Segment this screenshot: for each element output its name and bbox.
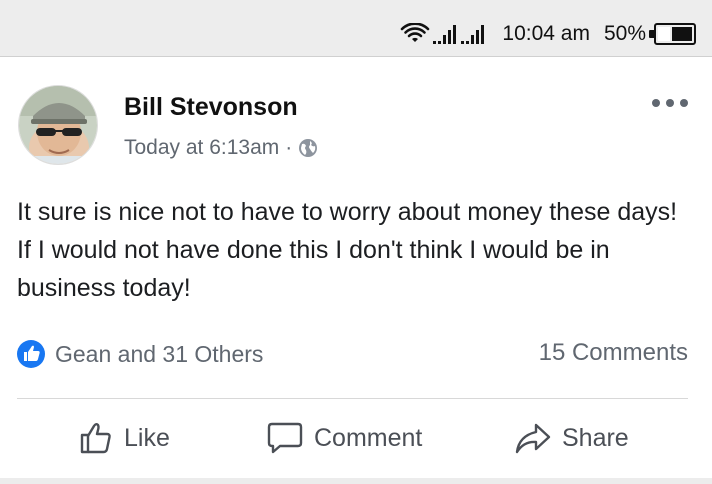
share-label: Share	[562, 423, 629, 452]
status-bar: 10:04 am 50%	[0, 0, 712, 57]
action-bar: Like Comment Share	[0, 413, 712, 463]
status-time: 10:04 am	[502, 22, 590, 45]
thumbs-up-icon	[80, 423, 111, 454]
globe-icon	[299, 139, 318, 157]
battery-percent: 50%	[603, 22, 646, 45]
post-meta: Today at 6:13am ·	[124, 136, 318, 160]
reactions-summary[interactable]: Gean and 31 Others	[16, 339, 263, 369]
comment-label: Comment	[314, 423, 423, 452]
share-button[interactable]: Share	[514, 413, 629, 463]
comment-button[interactable]: Comment	[266, 413, 422, 463]
like-label: Like	[124, 423, 170, 452]
post-body: It sure is nice not to have to worry abo…	[17, 198, 678, 302]
comments-count[interactable]: 15 Comments	[539, 339, 688, 367]
post-timestamp[interactable]: Today at 6:13am	[124, 136, 279, 160]
more-options-icon[interactable]	[650, 97, 690, 109]
meta-separator: ·	[285, 136, 293, 159]
signal-icon	[433, 25, 457, 44]
like-reaction-icon	[17, 340, 45, 368]
avatar-image	[19, 86, 97, 164]
bottom-divider	[0, 478, 712, 484]
reactions-text[interactable]: Gean and 31 Others	[55, 341, 263, 368]
divider	[17, 398, 688, 399]
avatar[interactable]	[18, 85, 98, 165]
post-card: Bill Stevonson Today at 6:13am · It sure…	[0, 57, 712, 484]
wifi-icon	[401, 23, 430, 42]
battery-icon	[649, 23, 696, 45]
author-name[interactable]: Bill Stevonson	[124, 93, 298, 122]
signal-icon	[461, 25, 485, 44]
share-icon	[515, 423, 551, 454]
comment-icon	[267, 422, 303, 454]
like-button[interactable]: Like	[78, 413, 170, 463]
status-icons: 10:04 am 50%	[400, 18, 696, 50]
